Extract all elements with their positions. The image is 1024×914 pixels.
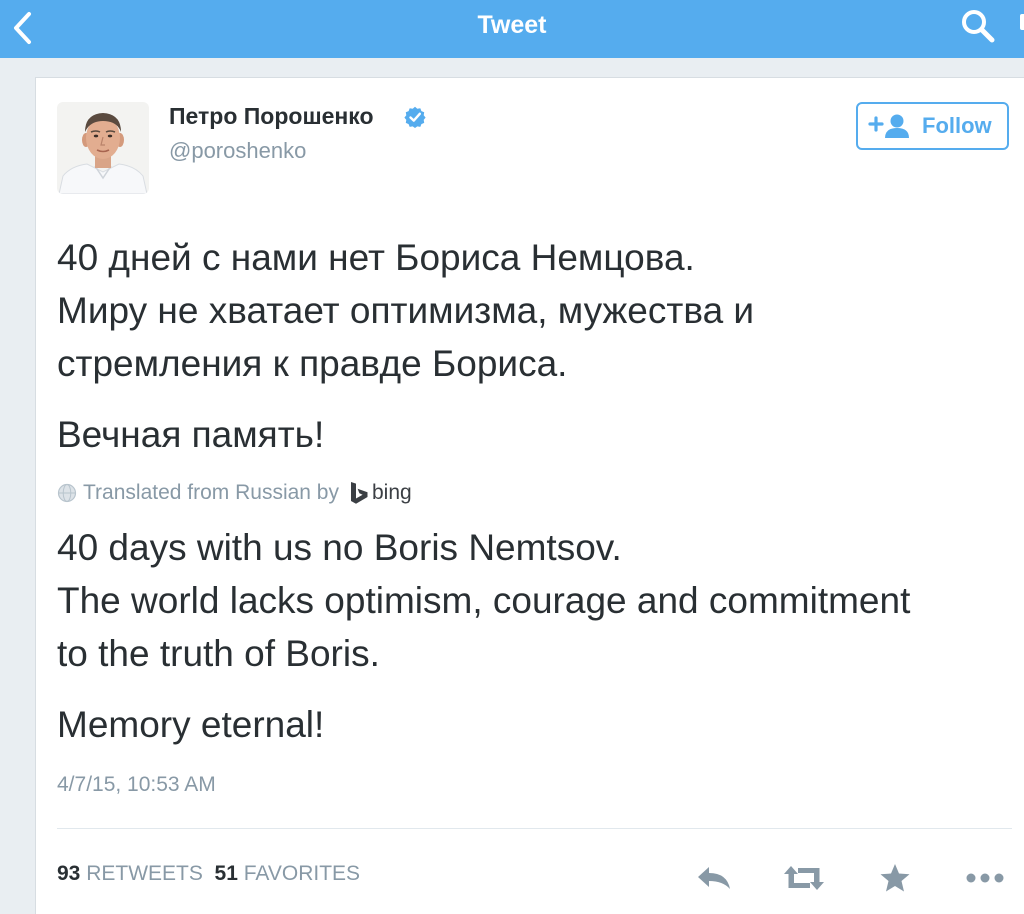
retweet-button[interactable] [783, 858, 825, 898]
favorites-stat[interactable]: 51 FAVORITES [215, 862, 361, 885]
retweets-label: RETWEETS [86, 862, 203, 885]
translation-note-text: Translated from Russian by [83, 481, 339, 504]
divider [57, 828, 1012, 829]
search-icon [962, 10, 995, 43]
profile-photo [57, 102, 149, 194]
tweet-text-translated-line: Memory eternal! [57, 704, 325, 745]
favorite-star-icon [880, 864, 910, 892]
tweet-timestamp: 4/7/15, 10:53 AM [57, 773, 216, 796]
verified-badge-icon [404, 106, 426, 128]
tweet-stats: 93 RETWEETS 51 FAVORITES [57, 862, 360, 886]
top-navbar: Tweet [0, 0, 1024, 58]
author-handle[interactable]: @poroshenko [169, 138, 306, 164]
retweets-count: 93 [57, 862, 81, 885]
globe-icon [57, 483, 77, 503]
reply-icon [698, 867, 730, 889]
author-name[interactable]: Петро Порошенко [169, 103, 374, 130]
retweet-icon [784, 866, 824, 890]
more-icon [966, 873, 1004, 883]
tweet-text-translated-line: The world lacks optimism, courage and co… [57, 580, 911, 621]
favorite-button[interactable] [874, 858, 916, 898]
follow-button[interactable]: Follow [856, 102, 1009, 150]
tweet-text-original-line: Вечная память! [57, 414, 325, 455]
cropped-nav-icon[interactable] [1014, 12, 1024, 34]
translation-provider: bing [372, 481, 412, 504]
page-title: Tweet [477, 11, 547, 39]
retweets-stat[interactable]: 93 RETWEETS [57, 862, 203, 885]
favorites-count: 51 [214, 862, 238, 885]
favorites-label: FAVORITES [243, 862, 361, 885]
add-user-icon [868, 114, 909, 138]
translation-note: Translated from Russian by bing [57, 478, 412, 508]
bing-logo-icon [351, 482, 368, 504]
search-button[interactable] [958, 6, 998, 46]
tweet-text-original-line: стремления к правде Бориса. [57, 343, 568, 384]
reply-button[interactable] [693, 858, 735, 898]
tweet-text-original-line: Миру не хватает оптимизма, мужества и [57, 290, 755, 331]
avatar[interactable] [57, 102, 149, 194]
tweet-text-translated-line: to the truth of Boris. [57, 633, 380, 674]
tweet-text-translated-line: 40 days with us no Boris Nemtsov. [57, 527, 622, 568]
more-options-button[interactable] [964, 858, 1006, 898]
follow-button-label: Follow [922, 113, 992, 138]
tweet-text-original-line: 40 дней с нами нет Бориса Немцова. [57, 237, 695, 278]
